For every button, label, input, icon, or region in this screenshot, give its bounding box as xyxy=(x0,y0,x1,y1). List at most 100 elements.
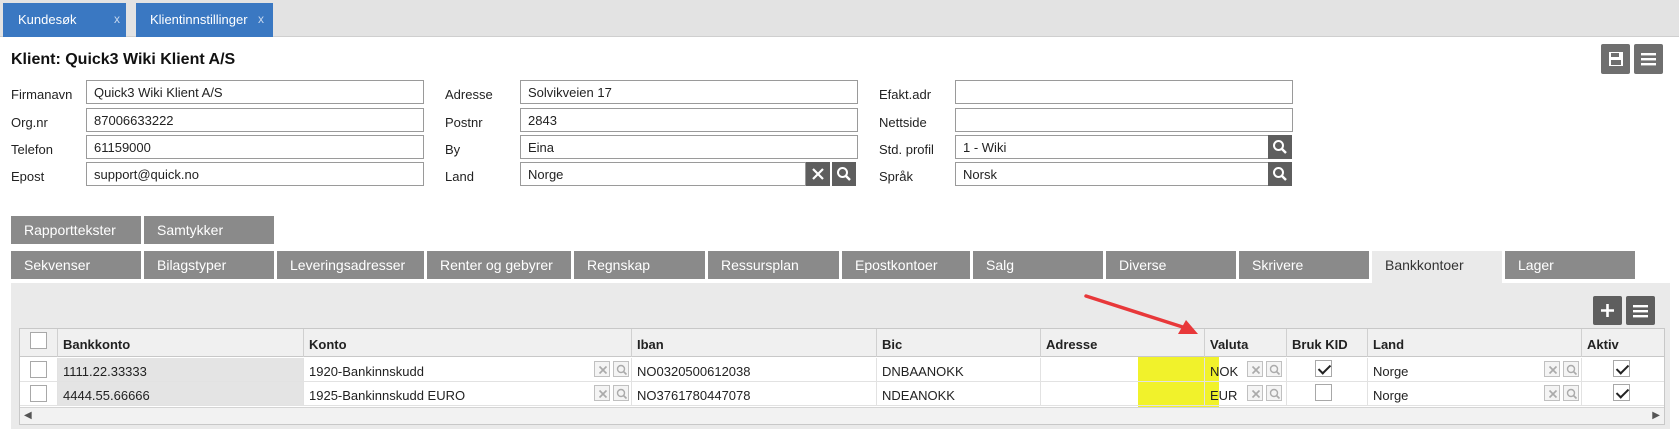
efakt-field[interactable] xyxy=(955,80,1293,104)
tab-bilagstyper[interactable]: Bilagstyper xyxy=(144,251,274,279)
tab-leveringsadresser[interactable]: Leveringsadresser xyxy=(277,251,424,279)
iban-cell[interactable]: NO0320500612038 xyxy=(632,358,877,381)
search-icon xyxy=(837,167,851,181)
column-header-bruk-kid[interactable]: Bruk KID xyxy=(1287,329,1368,357)
telefon-field[interactable]: 61159000 xyxy=(86,135,424,159)
tab-lager[interactable]: Lager xyxy=(1505,251,1635,279)
search-icon[interactable] xyxy=(1563,385,1579,401)
iban-cell[interactable]: NO3761780447078 xyxy=(632,382,877,405)
aktiv-checkbox[interactable] xyxy=(1613,384,1630,401)
column-header-bankkonto[interactable]: Bankkonto xyxy=(58,329,304,357)
orgnr-field[interactable]: 87006633222 xyxy=(86,108,424,132)
konto-cell[interactable]: 1925-Bankinnskudd EURO xyxy=(304,382,632,405)
bruk-kid-checkbox[interactable] xyxy=(1315,360,1332,377)
adresse-cell[interactable] xyxy=(1041,382,1205,405)
column-header-iban[interactable]: Iban xyxy=(632,329,877,357)
bankkonto-cell[interactable]: 1111.22.33333 xyxy=(58,358,304,381)
clear-icon[interactable] xyxy=(594,361,610,377)
table-row[interactable]: 4444.55.66666 1925-Bankinnskudd EURO NO3… xyxy=(20,382,1664,406)
tab-rapporttekster[interactable]: Rapporttekster xyxy=(11,216,141,244)
telefon-label: Telefon xyxy=(11,142,53,157)
clear-icon[interactable] xyxy=(1544,361,1560,377)
menu-icon xyxy=(1641,53,1656,66)
grid-menu-button[interactable] xyxy=(1626,296,1655,325)
tab-epostkontoer[interactable]: Epostkontoer xyxy=(842,251,970,279)
tab-renter-og-gebyrer[interactable]: Renter og gebyrer xyxy=(427,251,571,279)
bic-cell[interactable]: NDEANOKK xyxy=(877,382,1041,405)
row-select-cell xyxy=(20,358,58,381)
adresse-cell[interactable] xyxy=(1041,358,1205,381)
row-select-cell xyxy=(20,382,58,405)
efakt-label: Efakt.adr xyxy=(879,87,932,102)
scroll-left-icon[interactable]: ◀ xyxy=(24,410,32,421)
sprak-search-button[interactable] xyxy=(1268,162,1292,186)
profil-field[interactable]: 1 - Wiki xyxy=(955,135,1269,159)
clear-icon[interactable] xyxy=(1247,361,1263,377)
save-button[interactable] xyxy=(1601,44,1630,74)
clear-icon[interactable] xyxy=(1544,385,1560,401)
bic-cell[interactable]: DNBAANOKK xyxy=(877,358,1041,381)
menu-button[interactable] xyxy=(1634,44,1663,74)
column-header-land[interactable]: Land xyxy=(1368,329,1582,357)
scroll-right-icon[interactable]: ▶ xyxy=(1652,410,1660,421)
clear-icon[interactable] xyxy=(594,385,610,401)
bankkonto-cell[interactable]: 4444.55.66666 xyxy=(58,382,304,405)
tab-diverse[interactable]: Diverse xyxy=(1106,251,1236,279)
add-row-button[interactable] xyxy=(1593,296,1622,325)
window-tab-klientinnstillinger[interactable]: Klientinnstillinger x xyxy=(136,3,273,37)
tab-sekvenser[interactable]: Sekvenser xyxy=(11,251,141,279)
clear-button[interactable] xyxy=(806,162,830,186)
window-tab-bar: Kundesøk x Klientinnstillinger x xyxy=(0,0,1679,37)
save-icon xyxy=(1609,52,1623,66)
land-field[interactable]: Norge xyxy=(520,162,806,186)
table-row[interactable]: 1111.22.33333 1920-Bankinnskudd NO032050… xyxy=(20,358,1664,382)
select-all-checkbox[interactable] xyxy=(30,332,47,349)
search-icon[interactable] xyxy=(1266,361,1282,377)
postnr-field[interactable]: 2843 xyxy=(520,108,858,132)
column-header-konto[interactable]: Konto xyxy=(304,329,632,357)
tab-bankkontoer[interactable]: Bankkontoer xyxy=(1372,251,1502,283)
tab-samtykker[interactable]: Samtykker xyxy=(144,216,274,244)
window-tab-kundesok[interactable]: Kundesøk x xyxy=(3,3,126,37)
land-label: Land xyxy=(445,169,474,184)
profil-search-button[interactable] xyxy=(1268,135,1292,159)
clear-icon[interactable] xyxy=(1247,385,1263,401)
tab-salg[interactable]: Salg xyxy=(973,251,1103,279)
aktiv-checkbox[interactable] xyxy=(1613,360,1630,377)
tab-skrivere[interactable]: Skrivere xyxy=(1239,251,1369,279)
column-header-bic[interactable]: Bic xyxy=(877,329,1041,357)
adresse-label: Adresse xyxy=(445,87,493,102)
search-button[interactable] xyxy=(832,162,856,186)
search-icon[interactable] xyxy=(613,385,629,401)
row-checkbox[interactable] xyxy=(30,361,47,378)
aktiv-cell xyxy=(1582,358,1664,381)
orgnr-label: Org.nr xyxy=(11,115,48,130)
search-icon[interactable] xyxy=(613,361,629,377)
menu-icon xyxy=(1633,305,1648,318)
konto-cell[interactable]: 1920-Bankinnskudd xyxy=(304,358,632,381)
plus-icon xyxy=(1601,304,1614,317)
firmanavn-field[interactable]: Quick3 Wiki Klient A/S xyxy=(86,80,424,104)
search-icon[interactable] xyxy=(1563,361,1579,377)
firmanavn-label: Firmanavn xyxy=(11,87,73,102)
window-tab-label: Kundesøk xyxy=(18,12,77,27)
epost-field[interactable]: support@quick.no xyxy=(86,162,424,186)
search-icon[interactable] xyxy=(1266,385,1282,401)
adresse-field[interactable]: Solvikveien 17 xyxy=(520,80,858,104)
column-header-aktiv[interactable]: Aktiv xyxy=(1582,329,1664,357)
by-field[interactable]: Eina xyxy=(520,135,858,159)
tab-ressursplan[interactable]: Ressursplan xyxy=(708,251,839,279)
nettside-field[interactable] xyxy=(955,108,1293,132)
sprak-field[interactable]: Norsk xyxy=(955,162,1269,186)
close-icon[interactable]: x xyxy=(114,12,120,26)
tab-regnskap[interactable]: Regnskap xyxy=(574,251,705,279)
close-icon xyxy=(812,168,824,180)
search-icon xyxy=(1273,167,1287,181)
page-title: Klient: Quick3 Wiki Klient A/S xyxy=(11,51,236,68)
close-icon[interactable]: x xyxy=(258,12,264,26)
search-icon xyxy=(1273,140,1287,154)
row-checkbox[interactable] xyxy=(30,385,47,402)
bankkontoer-panel: Bankkonto Konto Iban Bic Adresse Valuta … xyxy=(11,283,1670,429)
bruk-kid-checkbox[interactable] xyxy=(1315,384,1332,401)
horizontal-scrollbar[interactable]: ◀ ▶ xyxy=(20,407,1664,424)
